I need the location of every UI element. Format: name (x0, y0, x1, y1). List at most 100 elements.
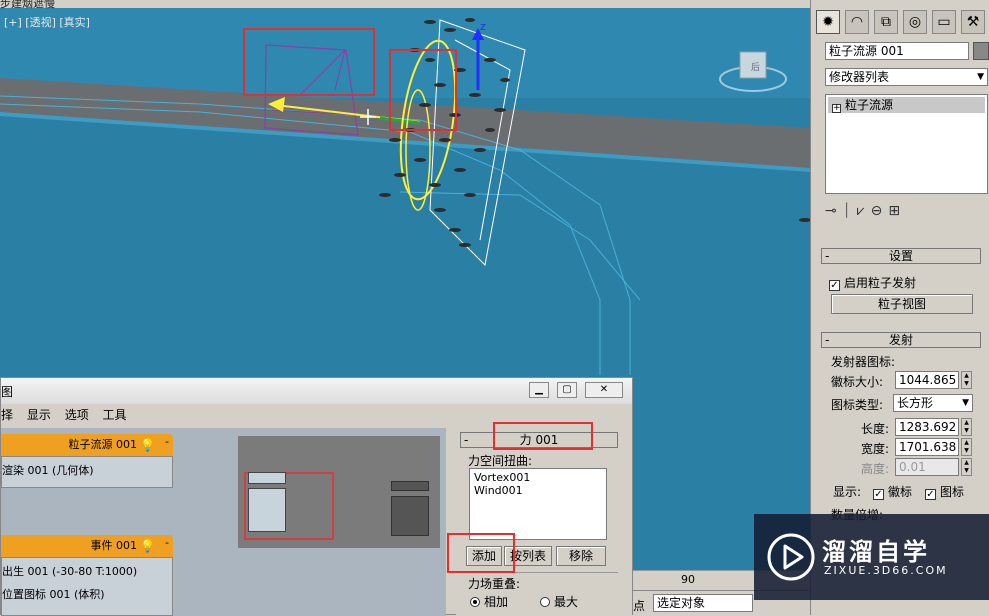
overlap-max-label: 最大 (554, 595, 579, 609)
particle-view-window: 图 ▁ ▢ ✕ 择 显示 选项 工具 粒子流源 001 💡 - 渲染 001 (… (0, 377, 633, 616)
object-color-swatch[interactable] (973, 42, 989, 60)
window-titlebar: 步建烟遮慢 (0, 0, 810, 10)
collapse-icon[interactable]: - (165, 532, 169, 554)
selection-filter-dropdown[interactable]: 选定对象 (653, 594, 753, 612)
highlight-vortex (389, 49, 457, 131)
emitter-icon-group-label: 发射器图标: (831, 355, 896, 369)
stack-item[interactable]: + 粒子流源 (828, 97, 985, 113)
menu-tools[interactable]: 工具 (103, 408, 127, 422)
utilities-icon[interactable]: ⚒ (961, 10, 985, 34)
node-row[interactable]: 出生 001 (-30-80 T:1000) (2, 558, 172, 579)
collapse-icon[interactable]: - (165, 431, 169, 453)
display-icon[interactable]: ▭ (932, 10, 956, 34)
node-header-event[interactable]: 事件 001 💡 - (1, 535, 173, 557)
configure-sets-icon[interactable]: ⊞ (888, 203, 906, 219)
show-logo-checkbox[interactable]: ✓ 徽标 (873, 483, 912, 500)
particle-view-title: 图 (1, 385, 14, 399)
highlight-add-button (447, 533, 515, 573)
modifier-list-dropdown[interactable]: 修改器列表 ▼ (825, 68, 988, 86)
object-name-field[interactable]: 粒子流源 001 (825, 42, 969, 60)
viewcube-face-label: 后 (751, 63, 761, 73)
particle-view-button[interactable]: 粒子视图 (831, 294, 973, 314)
height-label: 高度: (861, 462, 890, 476)
logo-size-field[interactable]: 1044.865 (895, 371, 959, 389)
frame-tick-label: 90 (681, 573, 695, 586)
setup-rollout-title: 设置 (888, 249, 913, 263)
node-row[interactable]: 位置图标 001 (体积) (2, 579, 172, 602)
show-end-result-icon[interactable]: ⏐ (843, 203, 857, 219)
modify-icon[interactable]: ◠ (845, 10, 869, 34)
watermark: 溜溜自学 ZIXUE.3D66.COM (754, 514, 989, 600)
menu-select[interactable]: 择 (1, 408, 13, 422)
node-body-event[interactable]: 出生 001 (-30-80 T:1000) 位置图标 001 (体积) (1, 557, 173, 616)
force-list-item[interactable]: Vortex001 (474, 471, 602, 484)
checkmark-icon: ✓ (925, 489, 936, 500)
node-body-source[interactable]: 渲染 001 (几何体) (1, 456, 173, 488)
hierarchy-icon[interactable]: ⧉ (874, 10, 898, 34)
icon-type-dropdown[interactable]: 长方形 ▼ (893, 394, 973, 412)
show-label: 显示: (833, 485, 862, 499)
emission-rollout-header[interactable]: - 发射 (821, 332, 981, 348)
node-title: 事件 001 (90, 539, 138, 552)
create-icon[interactable]: ✹ (816, 10, 840, 34)
remove-force-button[interactable]: 移除 (556, 546, 606, 566)
emission-rollout-title: 发射 (888, 333, 913, 347)
minimize-button[interactable]: ▁ (529, 382, 549, 398)
force-parameters-panel: -力 001 力空间扭曲: Vortex001 Wind001 添加 按列表 移… (456, 428, 632, 616)
force-list-item[interactable]: Wind001 (474, 484, 602, 497)
particle-view-titlebar[interactable]: 图 ▁ ▢ ✕ (1, 378, 632, 404)
window-title: 步建烟遮慢 (0, 0, 55, 10)
height-spinner[interactable]: ▲ ▼ (961, 458, 972, 476)
particle-view-canvas[interactable]: 粒子流源 001 💡 - 渲染 001 (几何体) 事件 001 💡 - 出生 … (1, 428, 446, 616)
expand-icon[interactable]: + (832, 104, 841, 113)
length-spinner[interactable]: ▲ ▼ (961, 418, 972, 436)
pin-stack-icon[interactable]: ⊸ (825, 203, 843, 219)
length-label: 长度: (861, 422, 890, 436)
close-button[interactable]: ✕ (585, 382, 623, 398)
logo-size-spinner[interactable]: ▲ ▼ (961, 371, 972, 389)
enable-emission-label: 启用粒子发射 (844, 276, 917, 290)
logo-size-label: 徽标大小: (831, 375, 884, 389)
show-logo-label: 徽标 (888, 485, 913, 499)
icon-type-label: 图标类型: (831, 398, 884, 412)
show-icon-checkbox[interactable]: ✓ 图标 (925, 483, 964, 500)
viewport-label[interactable]: [+] [透视] [真实] (4, 14, 90, 30)
stack-item-label: 粒子流源 (845, 98, 894, 112)
width-field[interactable]: 1701.638 (895, 438, 959, 456)
make-unique-icon[interactable]: ⩗ (857, 203, 871, 219)
enable-emission-checkbox[interactable]: ✓ 启用粒子发射 (829, 274, 916, 291)
show-icon-label: 图标 (940, 485, 965, 499)
maximize-button[interactable]: ▢ (557, 382, 577, 398)
node-title: 粒子流源 001 (68, 438, 138, 451)
modifier-list-label: 修改器列表 (829, 70, 890, 84)
modifier-stack[interactable]: + 粒子流源 (825, 94, 988, 194)
overlap-max-radio[interactable]: 最大 (540, 593, 578, 610)
length-field[interactable]: 1283.692 (895, 418, 959, 436)
motion-icon[interactable]: ◎ (903, 10, 927, 34)
setup-rollout-header[interactable]: - 设置 (821, 248, 981, 264)
navigator-minimap[interactable] (238, 436, 440, 548)
overlap-group: 力场重叠: 相加 最大 (460, 572, 618, 616)
force-space-warps-label: 力空间扭曲: (468, 454, 533, 468)
checkmark-icon: ✓ (873, 489, 884, 500)
height-field[interactable]: 0.01 (895, 458, 959, 476)
viewcube-icon[interactable]: 后 (718, 46, 788, 101)
width-label: 宽度: (861, 442, 890, 456)
stack-toolbar: ⊸⏐⩗⊖⊞ (825, 200, 988, 226)
highlight-force-title (493, 422, 593, 450)
node-header-source[interactable]: 粒子流源 001 💡 - (1, 434, 173, 456)
watermark-url: ZIXUE.3D66.COM (824, 564, 948, 577)
checkmark-icon: ✓ (829, 280, 840, 291)
overlap-additive-radio[interactable]: 相加 (470, 593, 508, 610)
overlap-additive-label: 相加 (484, 595, 509, 609)
menu-options[interactable]: 选项 (65, 408, 89, 422)
lightbulb-icon[interactable]: 💡 (140, 434, 155, 456)
width-spinner[interactable]: ▲ ▼ (961, 438, 972, 456)
axis-z-label: z (480, 20, 486, 33)
force-list[interactable]: Vortex001 Wind001 (469, 468, 607, 540)
lightbulb-icon[interactable]: 💡 (140, 535, 155, 557)
node-row[interactable]: 渲染 001 (几何体) (2, 457, 172, 478)
menu-display[interactable]: 显示 (27, 408, 51, 422)
chevron-down-icon: ▼ (962, 398, 969, 408)
remove-modifier-icon[interactable]: ⊖ (871, 203, 889, 219)
